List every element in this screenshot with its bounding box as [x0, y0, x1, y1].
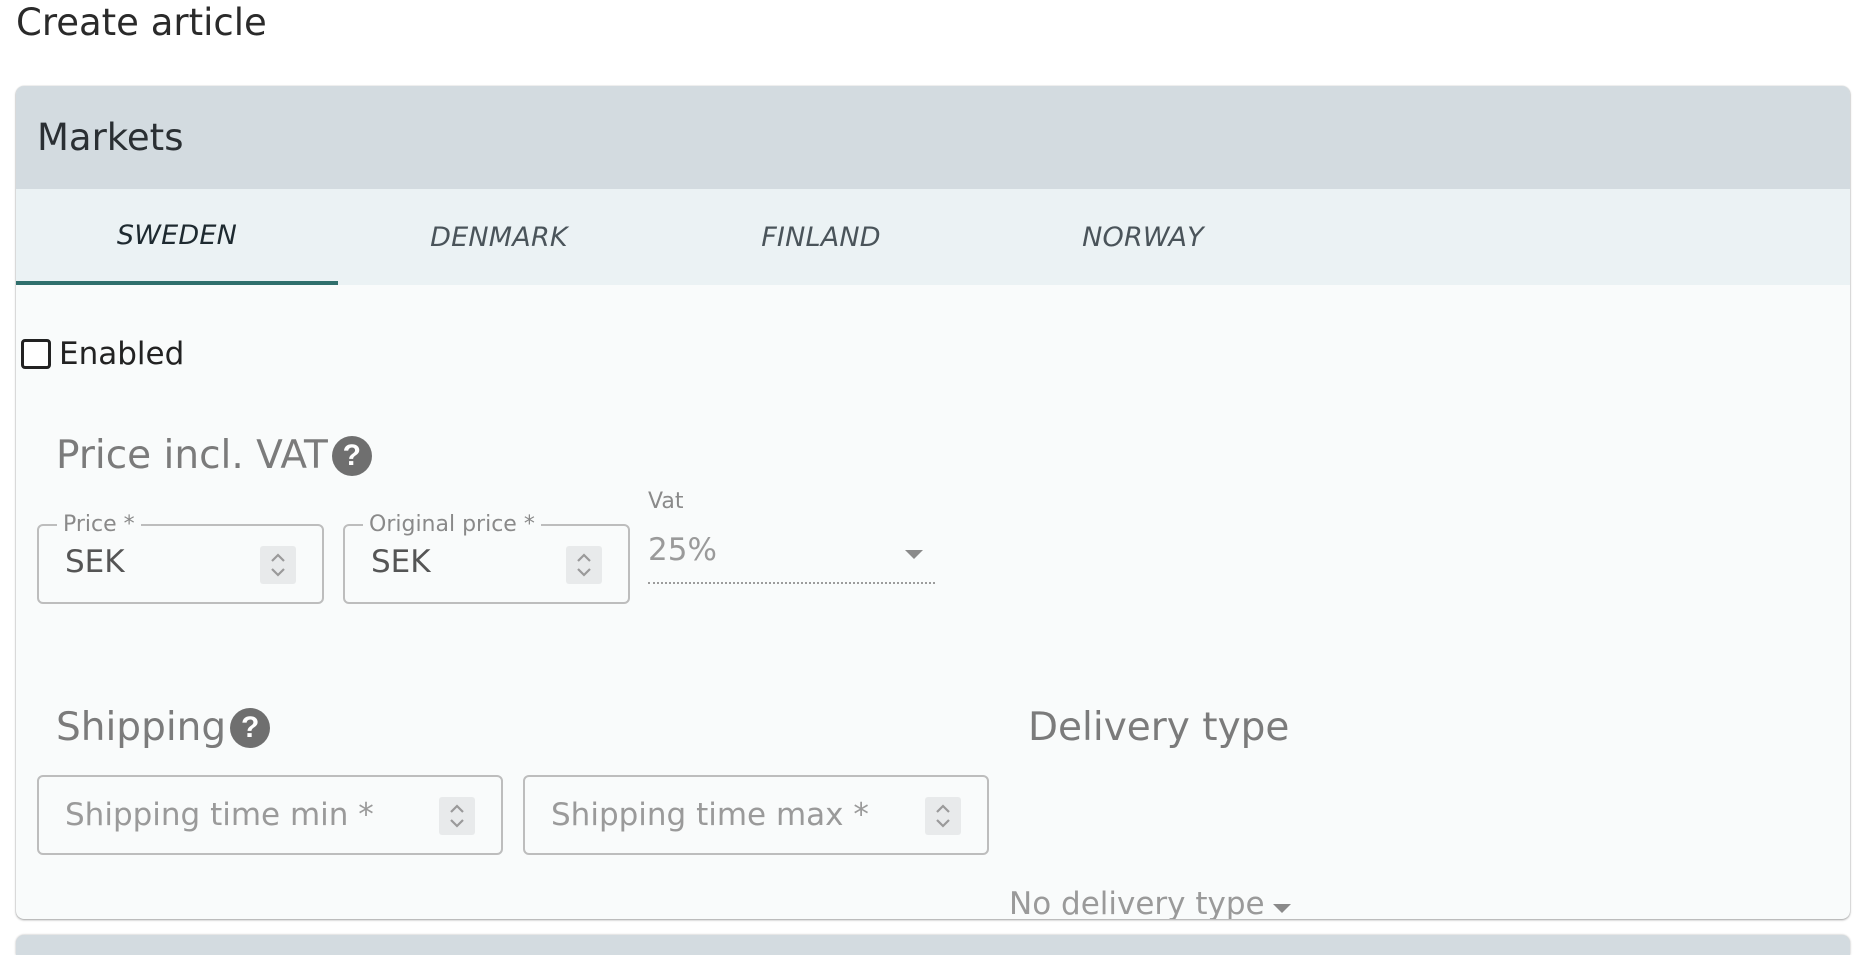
stepper-arrows-icon — [936, 804, 950, 828]
delivery-type-label: Delivery type — [1028, 705, 1290, 750]
delivery-type-value: No delivery type — [1009, 886, 1265, 919]
price-section-label: Price incl. VAT — [56, 433, 328, 478]
tab-norway[interactable]: NORWAY — [982, 189, 1304, 285]
vat-label: Vat — [648, 489, 684, 514]
shipping-time-max-field[interactable]: Shipping time max * — [523, 775, 989, 855]
stepper-arrows-icon — [577, 553, 591, 577]
market-tabs: SWEDEN DENMARK FINLAND NORWAY — [16, 189, 1850, 285]
original-price-stepper[interactable] — [566, 546, 602, 584]
price-field-label: Price * — [57, 512, 141, 538]
caret-down-icon — [1273, 904, 1291, 913]
delivery-type-title: Delivery type — [1028, 705, 1289, 750]
price-stepper[interactable] — [260, 546, 296, 584]
stepper-arrows-icon — [271, 553, 285, 577]
price-field[interactable]: Price * SEK — [37, 512, 324, 604]
page-title: Create article — [16, 1, 267, 44]
caret-down-icon — [905, 550, 923, 559]
stepper-arrows-icon — [450, 804, 464, 828]
price-section-title: Price incl. VAT ? — [56, 433, 372, 478]
shipping-section-label: Shipping — [56, 705, 227, 750]
tab-sweden[interactable]: SWEDEN — [16, 189, 338, 285]
next-card-edge — [16, 935, 1850, 955]
vat-select[interactable]: 25% — [648, 528, 935, 584]
delivery-type-select[interactable]: No delivery type — [1009, 882, 1301, 919]
original-price-field-label: Original price * — [363, 512, 541, 538]
vat-value: 25% — [648, 532, 717, 568]
tab-denmark[interactable]: DENMARK — [338, 189, 660, 285]
shipping-time-max-stepper[interactable] — [925, 797, 961, 835]
markets-header: Markets — [16, 86, 1850, 189]
question-mark-circle-icon[interactable]: ? — [230, 707, 271, 748]
enabled-checkbox-row[interactable]: Enabled — [21, 336, 184, 372]
enabled-label: Enabled — [59, 336, 185, 372]
shipping-time-min-field[interactable]: Shipping time min * — [37, 775, 503, 855]
original-price-currency: SEK — [371, 544, 431, 580]
enabled-checkbox[interactable] — [21, 339, 51, 369]
shipping-time-min-placeholder: Shipping time min * — [65, 797, 374, 833]
markets-card: Markets SWEDEN DENMARK FINLAND NORWAY En… — [16, 86, 1850, 919]
tab-finland[interactable]: FINLAND — [660, 189, 982, 285]
price-currency: SEK — [65, 544, 125, 580]
original-price-field[interactable]: Original price * SEK — [343, 512, 630, 604]
shipping-time-min-stepper[interactable] — [439, 797, 475, 835]
shipping-time-max-placeholder: Shipping time max * — [551, 797, 869, 833]
question-mark-circle-icon[interactable]: ? — [331, 435, 372, 476]
shipping-section-title: Shipping ? — [56, 705, 271, 750]
